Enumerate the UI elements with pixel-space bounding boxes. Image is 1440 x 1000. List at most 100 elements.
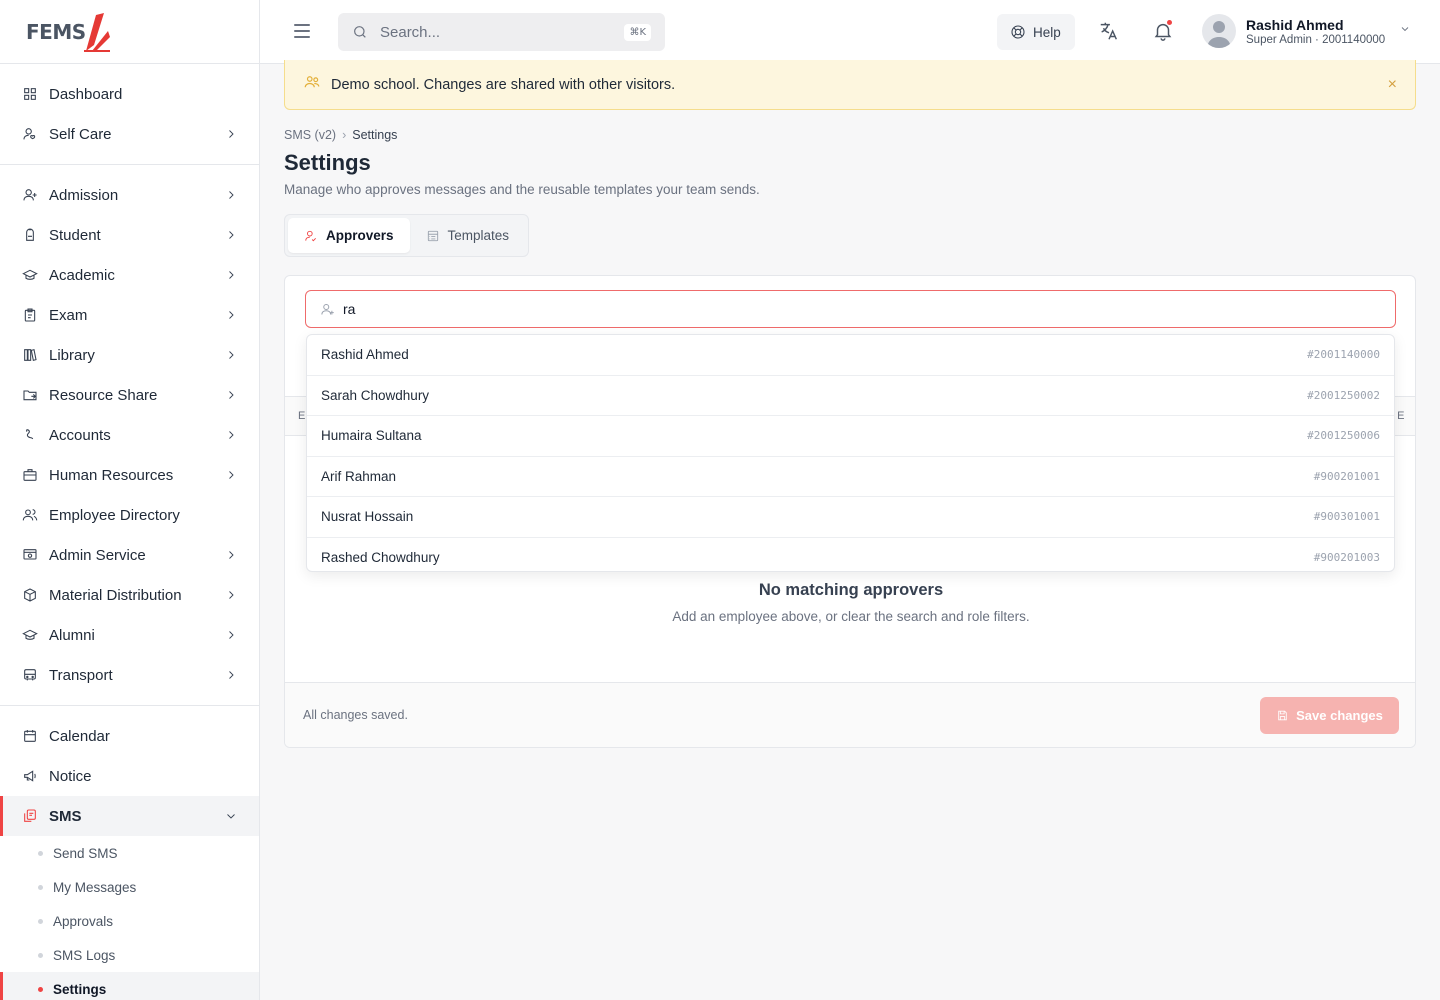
sms-subitem-my-messages[interactable]: My Messages [0,870,259,904]
tab-templates[interactable]: Templates [410,218,526,253]
search-icon [354,26,366,38]
sidebar-item-label: SMS [49,807,82,825]
megaphone-icon [22,768,38,784]
logo-book-icon [83,12,110,52]
sidebar: FEMS Dashboard Self Care Admission Student… [0,0,260,1000]
chevron-right-icon [225,588,239,602]
employee-suggestion[interactable]: Rashed Chowdhury #900201003 [307,538,1394,572]
breadcrumb-parent[interactable]: SMS (v2) [284,128,336,142]
sidebar-item-student[interactable]: Student [0,215,259,255]
sidebar-item-label: Exam [49,306,88,324]
employee-id: #900301001 [1313,510,1380,524]
books-icon [22,347,38,363]
employee-id: #2001250002 [1307,388,1380,402]
employee-suggestion[interactable]: Nusrat Hossain #900301001 [307,497,1394,538]
employee-search-input[interactable] [343,301,1381,317]
sidebar-item-label: Alumni [49,626,95,644]
bullet-dot [38,952,43,958]
chevron-right-icon [225,348,239,362]
sidebar-item-accounts[interactable]: Accounts [0,415,259,455]
sidebar-item-label: Transport [49,666,113,684]
chevron-right-icon [225,548,239,562]
chevron-right-icon [225,428,239,442]
employee-id: #2001140000 [1307,348,1380,362]
sms-subitem-sms-logs[interactable]: SMS Logs [0,938,259,972]
sidebar-item-label: Material Distribution [49,586,182,604]
table-header-right: E [1397,410,1405,422]
bullet-dot [38,986,43,992]
admin-icon [22,547,38,563]
employee-search-field[interactable] [305,290,1396,328]
sidebar-item-label: Human Resources [49,466,174,484]
clipboard-icon [22,307,38,323]
menu-toggle-icon[interactable] [294,24,310,38]
banner-text: Demo school. Changes are shared with oth… [331,76,676,93]
sidebar-item-calendar[interactable]: Calendar [0,716,259,756]
sidebar-item-transport[interactable]: Transport [0,655,259,695]
graduation-cap-icon [22,627,38,643]
chevron-right-icon [225,308,239,322]
sidebar-item-label: Academic [49,266,115,284]
banner-close-button[interactable]: × [1388,76,1397,94]
help-button[interactable]: Help [997,14,1075,50]
chevron-right-icon [225,188,239,202]
user-plus-icon [22,187,38,203]
sms-subitem-settings[interactable]: Settings [0,972,259,1000]
tab-approvers-label: Approvers [326,228,394,243]
sidebar-item-alumni[interactable]: Alumni [0,615,259,655]
employee-name: Rashid Ahmed [321,347,409,363]
sidebar-item-label: Self Care [49,125,112,143]
employee-suggestion[interactable]: Sarah Chowdhury #2001250002 [307,376,1394,416]
user-menu[interactable]: Rashid Ahmed Super Admin · 2001140000 [1202,14,1411,48]
employee-id: #900201003 [1313,551,1380,565]
sms-icon [22,808,38,824]
avatar [1202,14,1236,48]
chevron-right-icon [225,228,239,242]
sidebar-item-material-distribution[interactable]: Material Distribution [0,575,259,615]
sidebar-item-admission[interactable]: Admission [0,175,259,215]
main-content: Demo school. Changes are shared with oth… [260,60,1440,1000]
sidebar-item-resource-share[interactable]: Resource Share [0,375,259,415]
nav-group-modules: Admission Student Academic Exam Library Resou… [0,165,259,706]
sidebar-item-label: Calendar [49,727,110,745]
sidebar-item-notice[interactable]: Notice [0,756,259,796]
employee-suggestion[interactable]: Rashid Ahmed #2001140000 [307,335,1394,376]
sms-subitem-label: My Messages [53,879,137,895]
sidebar-item-self-care[interactable]: Self Care [0,114,259,154]
sidebar-item-exam[interactable]: Exam [0,295,259,335]
sidebar-item-dashboard[interactable]: Dashboard [0,74,259,114]
translate-icon[interactable] [1098,20,1120,42]
logo-text: FEMS [26,11,112,53]
graduation-cap-icon [22,267,38,283]
global-search[interactable]: Search... ⌘K [338,13,665,51]
sidebar-item-sms[interactable]: SMS [0,796,259,836]
employee-suggestion[interactable]: Humaira Sultana #2001250006 [307,416,1394,457]
sidebar-item-academic[interactable]: Academic [0,255,259,295]
sidebar-item-library[interactable]: Library [0,335,259,375]
approvers-card: E E Rashid Ahmed #2001140000 Sarah Chowdhu… [284,275,1416,748]
page-title: Settings [284,150,371,175]
sidebar-item-employee-directory[interactable]: Employee Directory [0,495,259,535]
chevron-right-icon [225,628,239,642]
search-shortcut: ⌘K [624,23,651,41]
sidebar-item-label: Notice [49,767,92,785]
sidebar-item-admin-service[interactable]: Admin Service [0,535,259,575]
bullet-dot [38,918,43,924]
sms-subitem-approvals[interactable]: Approvals [0,904,259,938]
nav-group-top: Dashboard Self Care [0,64,259,165]
logo[interactable]: FEMS [0,0,259,64]
empty-state-title: No matching approvers [758,581,944,599]
sidebar-item-label: Library [49,346,95,364]
sidebar-item-label: Resource Share [49,386,158,404]
bell-icon[interactable] [1152,20,1174,42]
sidebar-item-human-resources[interactable]: Human Resources [0,455,259,495]
sidebar-item-label: Accounts [49,426,111,444]
sidebar-item-label: Admission [49,186,119,204]
save-icon [1278,710,1287,721]
users-icon [303,73,321,96]
save-changes-button[interactable]: Save changes [1260,697,1399,734]
employee-suggestion[interactable]: Arif Rahman #900201001 [307,457,1394,497]
tab-approvers[interactable]: Approvers [288,218,410,253]
demo-banner: Demo school. Changes are shared with oth… [284,60,1416,110]
sms-subitem-send-sms[interactable]: Send SMS [0,836,259,870]
